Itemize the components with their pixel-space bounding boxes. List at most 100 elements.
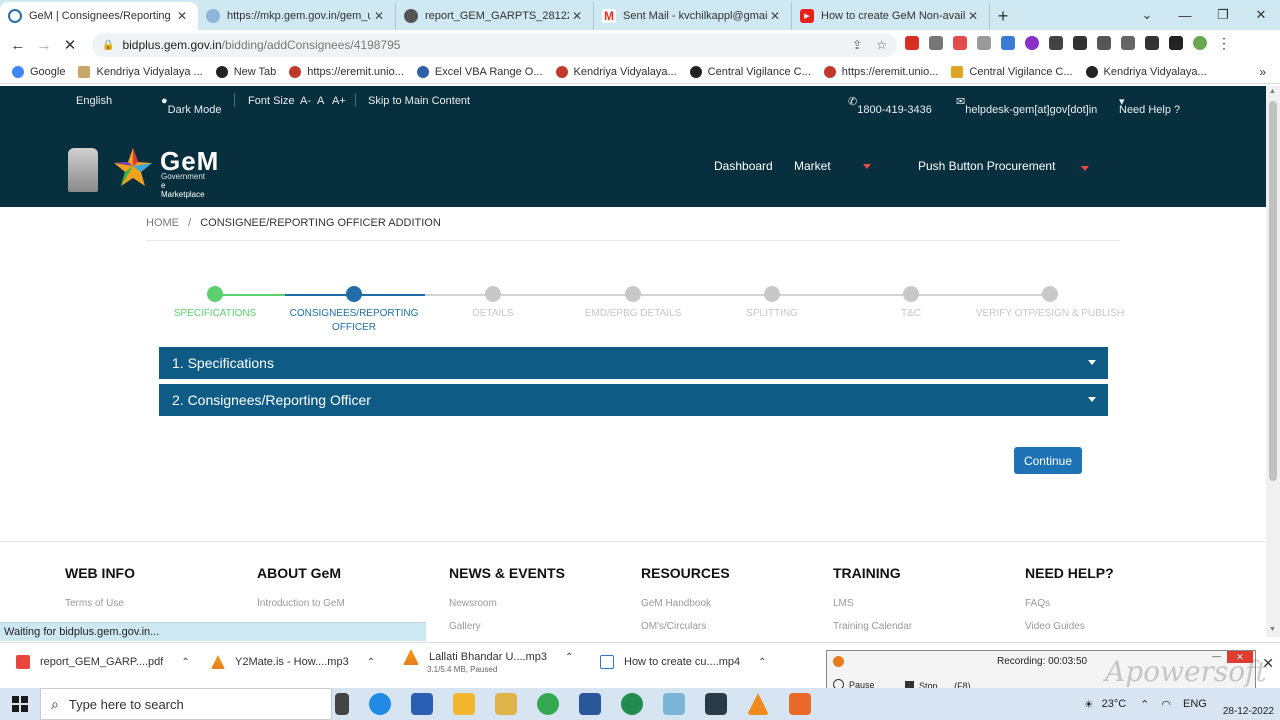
extension-icon[interactable] — [905, 36, 919, 50]
download-item[interactable]: Lallati Bhandar U....mp3 3.1/5.4 MB, Pau… — [403, 649, 573, 674]
browser-tab-gem-consignees[interactable]: GeM | Consignees/Reporting Off ✕ — [0, 2, 198, 30]
chrome-active-icon[interactable] — [537, 693, 559, 715]
footer-link[interactable]: Terms of Use — [65, 598, 135, 609]
lang-indicator[interactable]: ENG — [1183, 698, 1207, 710]
font-decrease-button[interactable]: A- — [300, 95, 311, 107]
extension-icon[interactable] — [1097, 36, 1111, 50]
nav-dashboard[interactable]: Dashboard — [714, 159, 773, 173]
scrollbar-thumb[interactable] — [1269, 101, 1277, 481]
font-reset-button[interactable]: A — [317, 95, 324, 107]
download-item[interactable]: Y2Mate.is - How....mp3 ⌃ — [211, 655, 375, 669]
email-link[interactable]: ✉ helpdesk-gem[at]gov[dot]in — [956, 95, 1097, 116]
nav-market[interactable]: Market — [794, 159, 831, 173]
url-field[interactable]: 🔒 bidplus.gem.gov.in/bidding/addConsigne… — [92, 33, 897, 57]
nav-push-button-procurement[interactable]: Push Button Procurement — [918, 159, 1055, 173]
chevron-up-icon[interactable]: ⌃ — [181, 657, 189, 668]
close-tab-icon[interactable]: ✕ — [569, 9, 585, 23]
page-scrollbar[interactable]: ▲ ▼ — [1266, 86, 1280, 637]
download-item[interactable]: How to create cu....mp4 ⌃ — [600, 655, 767, 669]
bookmark-excel-vba[interactable]: Excel VBA Range O... — [416, 65, 543, 78]
browser-tab-report[interactable]: report_GEM_GARPTS_28122022_2 ✕ — [396, 2, 594, 30]
footer-link[interactable]: Video Guides — [1025, 621, 1114, 632]
bookmark-star-icon[interactable]: ☆ — [876, 38, 887, 52]
bookmark-newtab[interactable]: New Tab — [215, 65, 276, 78]
file-explorer-icon[interactable] — [495, 693, 517, 715]
weather-icon[interactable]: ☀ — [1084, 698, 1094, 711]
bookmark-kv2[interactable]: Kendriya Vidyalaya... — [555, 65, 677, 78]
bookmark-eremit1[interactable]: https://eremit.unio... — [289, 65, 404, 78]
camera-icon[interactable] — [929, 36, 943, 50]
accordion-consignees[interactable]: 2. Consignees/Reporting Officer — [159, 384, 1108, 416]
continue-button[interactable]: Continue — [1014, 447, 1082, 474]
taskbar-search-input[interactable]: ⌕ Type here to search — [40, 688, 332, 720]
footer-link[interactable]: LMS — [833, 598, 912, 609]
extension-icon[interactable] — [953, 36, 967, 50]
tray-arrow-icon[interactable]: ⌃ — [1140, 698, 1149, 711]
extension-icon[interactable] — [1025, 36, 1039, 50]
restore-icon[interactable]: ❐ — [1204, 0, 1242, 30]
scroll-down-icon[interactable]: ▼ — [1269, 626, 1276, 633]
bookmark-cvc1[interactable]: Central Vigilance C... — [689, 65, 811, 78]
chevron-up-icon[interactable]: ⌃ — [565, 652, 573, 663]
start-button[interactable] — [0, 688, 40, 720]
edge-icon[interactable] — [369, 693, 391, 715]
bookmark-kv1[interactable]: Kendriya Vidyalaya ... — [78, 65, 203, 78]
footer-link[interactable]: OM's/Circulars — [641, 621, 730, 632]
bookmark-kv3[interactable]: Kendriya Vidyalaya... — [1085, 65, 1207, 78]
accordion-specifications[interactable]: 1. Specifications — [159, 347, 1108, 379]
footer-link[interactable]: Gallery — [449, 621, 565, 632]
breadcrumb-home[interactable]: HOME — [146, 217, 179, 229]
footer-link[interactable]: FAQs — [1025, 598, 1114, 609]
font-increase-button[interactable]: A+ — [332, 95, 346, 107]
footer-link[interactable]: GeM Handbook — [641, 598, 730, 609]
skip-to-content-link[interactable]: Skip to Main Content — [368, 95, 470, 107]
back-icon[interactable]: ← — [5, 37, 31, 54]
browser-tab-youtube[interactable]: ▶ How to create GeM Non-availab ✕ — [792, 2, 990, 30]
step-specifications[interactable]: SPECIFICATIONS — [145, 286, 285, 321]
browser-tab-gmail[interactable]: M Sent Mail - kvchilkappl@gmail.c ✕ — [594, 2, 792, 30]
user-menu[interactable]: Jagdeep Kumar — [1073, 161, 1158, 248]
footer-link[interactable]: Newsroom — [449, 598, 565, 609]
close-tab-icon[interactable]: ✕ — [767, 9, 783, 23]
vlc-icon[interactable] — [747, 693, 769, 715]
temperature[interactable]: 23°C — [1102, 698, 1127, 710]
tab-search-icon[interactable]: ⌄ — [1128, 0, 1166, 30]
profile-avatar-icon[interactable] — [1193, 36, 1207, 50]
store-icon[interactable] — [411, 693, 433, 715]
dark-mode-toggle[interactable]: ● Dark Mode — [161, 95, 221, 116]
shield-icon[interactable] — [977, 36, 991, 50]
new-tab-button[interactable]: + — [990, 2, 1016, 30]
bookmark-google[interactable]: Google — [12, 65, 65, 78]
close-tab-icon[interactable]: ✕ — [965, 9, 981, 23]
phone-link[interactable]: ✆ 1800-419-3436 — [848, 95, 932, 116]
puzzle-icon[interactable] — [1145, 36, 1159, 50]
minimize-icon[interactable]: — — [1166, 0, 1204, 30]
footer-link[interactable]: Introduction to GeM — [257, 598, 345, 609]
taskbar-date[interactable]: 28-12-2022 — [1223, 706, 1274, 717]
forward-icon[interactable]: → — [31, 37, 57, 54]
sidebar-icon[interactable] — [1169, 36, 1183, 50]
footer-link[interactable]: Training Calendar — [833, 621, 912, 632]
nav-bids[interactable]: Bids — [855, 159, 878, 246]
extension-icon[interactable] — [1073, 36, 1087, 50]
task-view-icon[interactable] — [335, 693, 349, 715]
extension-icon[interactable] — [1049, 36, 1063, 50]
download-item[interactable]: report_GEM_GARP....pdf ⌃ — [16, 655, 190, 669]
close-tab-icon[interactable]: ✕ — [371, 9, 387, 23]
browser-tab-mkp[interactable]: https://mkp.gem.gov.in/gem_u ✕ — [198, 2, 396, 30]
menu-kebab-icon[interactable]: ⋮ — [1217, 36, 1231, 50]
need-help-menu[interactable]: Need Help ? ▾ — [1119, 95, 1180, 116]
step-consignees[interactable]: CONSIGNEES/REPORTING OFFICER — [284, 286, 424, 335]
bookmark-cvc2[interactable]: Central Vigilance C... — [951, 65, 1073, 78]
app-icon[interactable] — [663, 693, 685, 715]
chrome-icon[interactable] — [453, 693, 475, 715]
word-icon[interactable] — [579, 693, 601, 715]
more-bookmarks-icon[interactable]: » — [1259, 65, 1266, 79]
extension-icon[interactable] — [1001, 36, 1015, 50]
scroll-up-icon[interactable]: ▲ — [1269, 88, 1276, 95]
language-selector[interactable]: English — [76, 95, 112, 107]
app-icon[interactable] — [705, 693, 727, 715]
wifi-icon[interactable]: ◠ — [1161, 698, 1171, 711]
close-tab-icon[interactable]: ✕ — [174, 9, 190, 23]
recorder-app-icon[interactable] — [789, 693, 811, 715]
